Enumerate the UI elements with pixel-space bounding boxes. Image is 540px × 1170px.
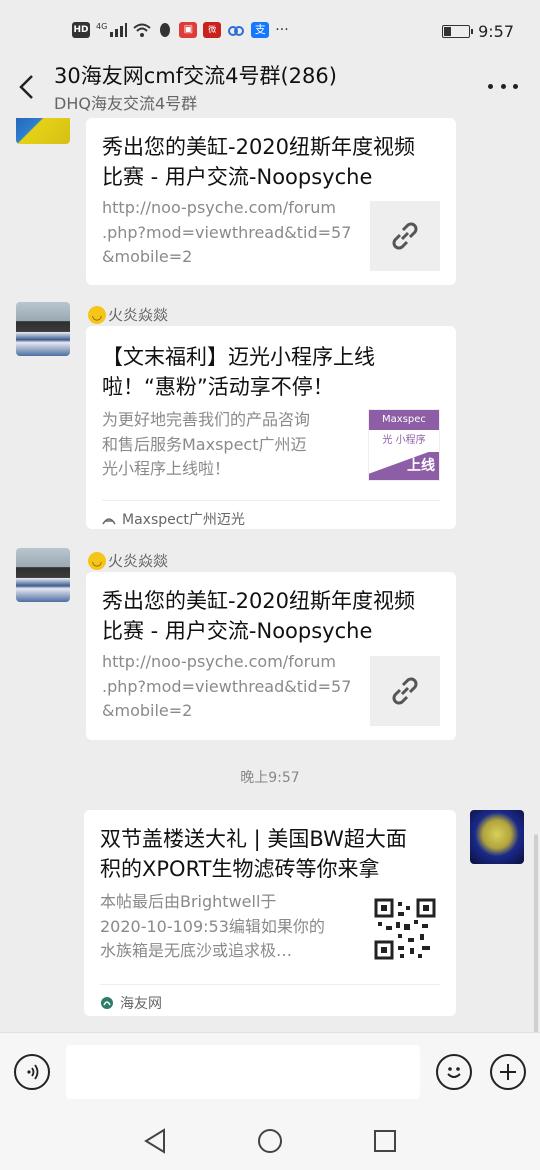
card-desc-line: 本帖最后由Brightwell于 — [100, 892, 277, 911]
more-options-button[interactable] — [488, 76, 518, 96]
wifi-icon — [133, 23, 151, 37]
card-desc-line: 2020-10-109:53编辑如果你的 — [100, 916, 325, 936]
card-thumbnail — [370, 201, 440, 271]
link-icon — [392, 222, 418, 250]
nav-recents-icon[interactable] — [372, 1128, 398, 1154]
smile-icon — [447, 1067, 461, 1078]
chat-area[interactable]: 秀出您的美缸-2020纽斯年度视频 比赛 - 用户交流-Noopsyche ht… — [0, 118, 540, 1032]
system-nav-bar — [0, 1112, 540, 1170]
nav-home-icon[interactable] — [256, 1127, 284, 1155]
link-card[interactable]: 秀出您的美缸-2020纽斯年度视频 比赛 - 用户交流-Noopsyche ht… — [86, 118, 456, 285]
network-label: 4G — [96, 22, 108, 31]
card-title-line: 【文末福利】迈光小程序上线 — [102, 345, 375, 369]
sender-avatar[interactable] — [16, 548, 70, 602]
signal-icon — [110, 23, 128, 37]
haiyou-logo-icon — [101, 997, 113, 1009]
card-desc-line: .php?mod=viewthread&tid=57 — [102, 222, 352, 242]
card-title-line: 比赛 - 用户交流-Noopsyche — [102, 619, 373, 643]
card-desc-line: &mobile=2 — [102, 701, 193, 720]
status-icons: HD 4G ▣ 微 支 ··· — [72, 22, 289, 38]
card-title-line: 双节盖楼送大礼 | 美国BW超大面 — [100, 827, 407, 851]
card-title-line: 秀出您的美缸-2020纽斯年度视频 — [102, 135, 416, 159]
card-desc-line: &mobile=2 — [102, 247, 193, 266]
card-title-line: 秀出您的美缸-2020纽斯年度视频 — [102, 589, 416, 613]
alipay-icon: 支 — [251, 22, 270, 38]
voice-icon — [27, 1064, 39, 1080]
message-input[interactable] — [66, 1045, 420, 1099]
qq-icon — [160, 23, 171, 37]
sender-nickname: ◡ 火炎焱燚 — [88, 304, 168, 325]
hd-icon: HD — [72, 22, 90, 38]
card-thumbnail — [370, 894, 440, 964]
battery-icon — [442, 25, 474, 38]
card-desc-line: 为更好地完善我们的产品咨询 — [102, 410, 311, 429]
card-source: 海友网 — [100, 984, 440, 1013]
card-desc-line: http://noo-psyche.com/forum — [102, 652, 336, 671]
chat-subtitle: DHQ海友交流4号群 — [54, 94, 198, 113]
emoji-button[interactable] — [436, 1054, 472, 1090]
status-time: 9:57 — [478, 22, 514, 41]
card-title-line: 啦！“惠粉”活动享不停！ — [102, 375, 334, 399]
card-title-line: 积的XPORT生物滤砖等你来拿 — [100, 857, 380, 881]
maxspect-logo-icon — [102, 518, 116, 525]
card-desc-line: 光小程序上线啦！ — [102, 459, 231, 478]
smile-emoji-icon: ◡ — [88, 551, 106, 570]
status-bar: HD 4G ▣ 微 支 ··· 9:57 — [0, 0, 540, 58]
link-card[interactable]: 【文末福利】迈光小程序上线 啦！“惠粉”活动享不停！ 为更好地完善我们的产品咨询… — [86, 326, 456, 529]
sender-avatar[interactable] — [16, 118, 70, 144]
qr-code-icon — [374, 898, 436, 960]
app-red-icon: ▣ — [179, 22, 198, 38]
card-title-line: 比赛 - 用户交流-Noopsyche — [102, 165, 373, 189]
card-desc-line: 和售后服务Maxspect广州迈 — [102, 434, 307, 454]
my-avatar[interactable] — [470, 810, 524, 864]
input-bar — [0, 1032, 540, 1113]
message-timestamp: 晚上9:57 — [240, 770, 300, 786]
smile-emoji-icon: ◡ — [88, 305, 106, 324]
back-arrow-icon[interactable] — [14, 72, 40, 102]
voice-button[interactable] — [14, 1054, 50, 1090]
chat-title: 30海友网cmf交流4号群(286) — [54, 64, 337, 88]
card-source: Maxspect广州迈光 — [102, 500, 440, 529]
more-notifications-icon: ··· — [275, 22, 289, 38]
card-desc-line: http://noo-psyche.com/forum — [102, 198, 336, 217]
card-thumbnail: Maxspec 光 小程序 上线 — [368, 409, 440, 481]
baidu-cloud-icon — [228, 26, 245, 36]
link-icon — [392, 677, 418, 705]
card-desc-line: 水族箱是无底沙或追求极… — [100, 941, 293, 960]
more-functions-button[interactable] — [490, 1054, 526, 1090]
sender-nickname: ◡ 火炎焱燚 — [88, 550, 168, 571]
link-card[interactable]: 双节盖楼送大礼 | 美国BW超大面 积的XPORT生物滤砖等你来拿 本帖最后由B… — [84, 810, 456, 1016]
chat-header: 30海友网cmf交流4号群(286) DHQ海友交流4号群 — [0, 58, 540, 118]
scrollbar[interactable] — [534, 834, 538, 1032]
sender-avatar[interactable] — [16, 302, 70, 356]
nav-back-icon[interactable] — [142, 1127, 168, 1155]
card-desc-line: .php?mod=viewthread&tid=57 — [102, 676, 352, 696]
plus-icon — [500, 1064, 516, 1080]
weibo-icon: 微 — [203, 22, 222, 38]
link-card[interactable]: 秀出您的美缸-2020纽斯年度视频 比赛 - 用户交流-Noopsyche ht… — [86, 572, 456, 740]
card-thumbnail — [370, 656, 440, 726]
